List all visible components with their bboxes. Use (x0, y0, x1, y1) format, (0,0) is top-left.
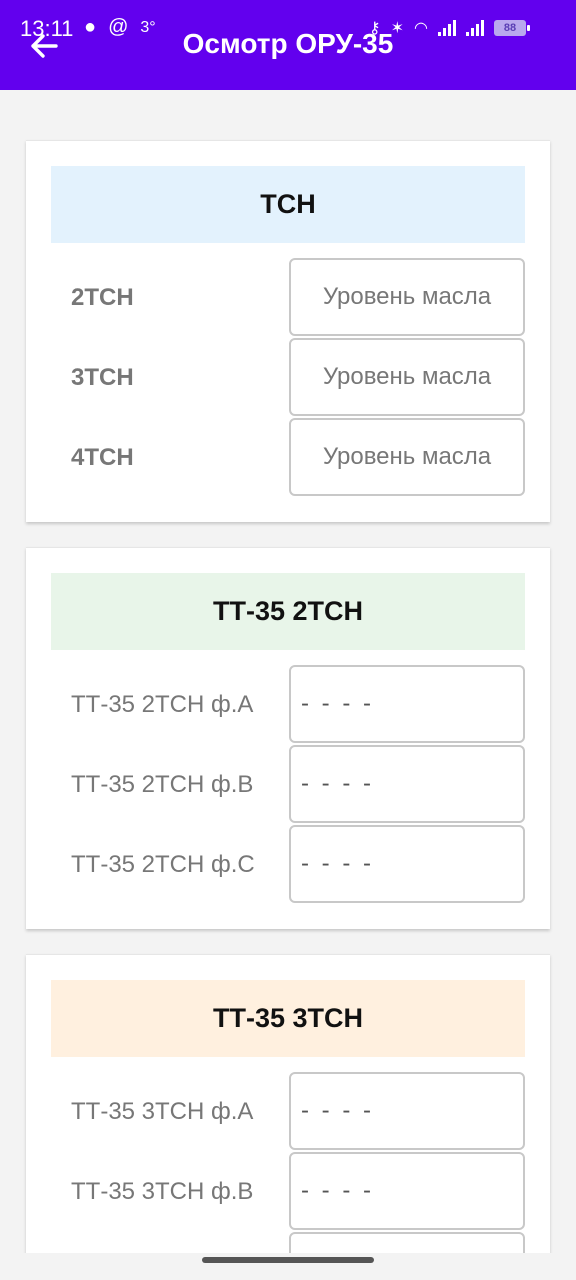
row-label: ТТ-35 2ТСН ф.С (71, 851, 255, 878)
phase-value-field[interactable]: - - - - (289, 825, 525, 903)
list-item: 3ТСН Уровень масла (51, 338, 525, 418)
row-label: 2ТСН (71, 284, 134, 311)
list-item: 4ТСН Уровень масла (51, 418, 525, 498)
phase-value-field[interactable]: - - - - (289, 1072, 525, 1150)
list-item: ТТ-35 2ТСН ф.С - - - - (51, 825, 525, 905)
phase-value-field[interactable]: - - - - (289, 745, 525, 823)
section-card-tt35-3tsn: ТТ-35 3ТСН ТТ-35 3ТСН ф.А - - - - ТТ-35 … (26, 954, 550, 1280)
row-label: 3ТСН (71, 364, 134, 391)
list-item: ТТ-35 3ТСН ф.В - - - - (51, 1152, 525, 1232)
phase-value-field[interactable]: - - - - (289, 665, 525, 743)
list-item: ТТ-35 3ТСН ф.А - - - - (51, 1072, 525, 1152)
row-label: ТТ-35 3ТСН ф.В (71, 1178, 254, 1205)
row-label: ТТ-35 3ТСН ф.А (71, 1098, 254, 1125)
oil-level-field[interactable]: Уровень масла (289, 338, 525, 416)
section-header: ТТ-35 3ТСН (51, 980, 525, 1057)
list-item: 2ТСН Уровень масла (51, 258, 525, 338)
oil-level-field[interactable]: Уровень масла (289, 258, 525, 336)
section-card-tt35-2tsn: ТТ-35 2ТСН ТТ-35 2ТСН ф.А - - - - ТТ-35 … (26, 547, 550, 929)
section-card-tsn: ТСН 2ТСН Уровень масла 3ТСН Уровень масл… (26, 140, 550, 522)
gesture-handle[interactable] (202, 1257, 374, 1263)
oil-level-field[interactable]: Уровень масла (289, 418, 525, 496)
list-item: ТТ-35 2ТСН ф.В - - - - (51, 745, 525, 825)
row-label: ТТ-35 2ТСН ф.В (71, 771, 254, 798)
section-header: ТТ-35 2ТСН (51, 573, 525, 650)
page-title: Осмотр ОРУ-35 (182, 28, 394, 59)
row-label: 4ТСН (71, 444, 134, 471)
app-bar: 13:11 ● @ 3° ⚷ ✶ ◠ 88 Осмотр ОРУ-35 (0, 0, 576, 90)
list-item: ТТ-35 2ТСН ф.А - - - - (51, 665, 525, 745)
row-label: ТТ-35 2ТСН ф.А (71, 691, 254, 718)
phase-value-field[interactable]: - - - - (289, 1152, 525, 1230)
section-header: ТСН (51, 166, 525, 243)
